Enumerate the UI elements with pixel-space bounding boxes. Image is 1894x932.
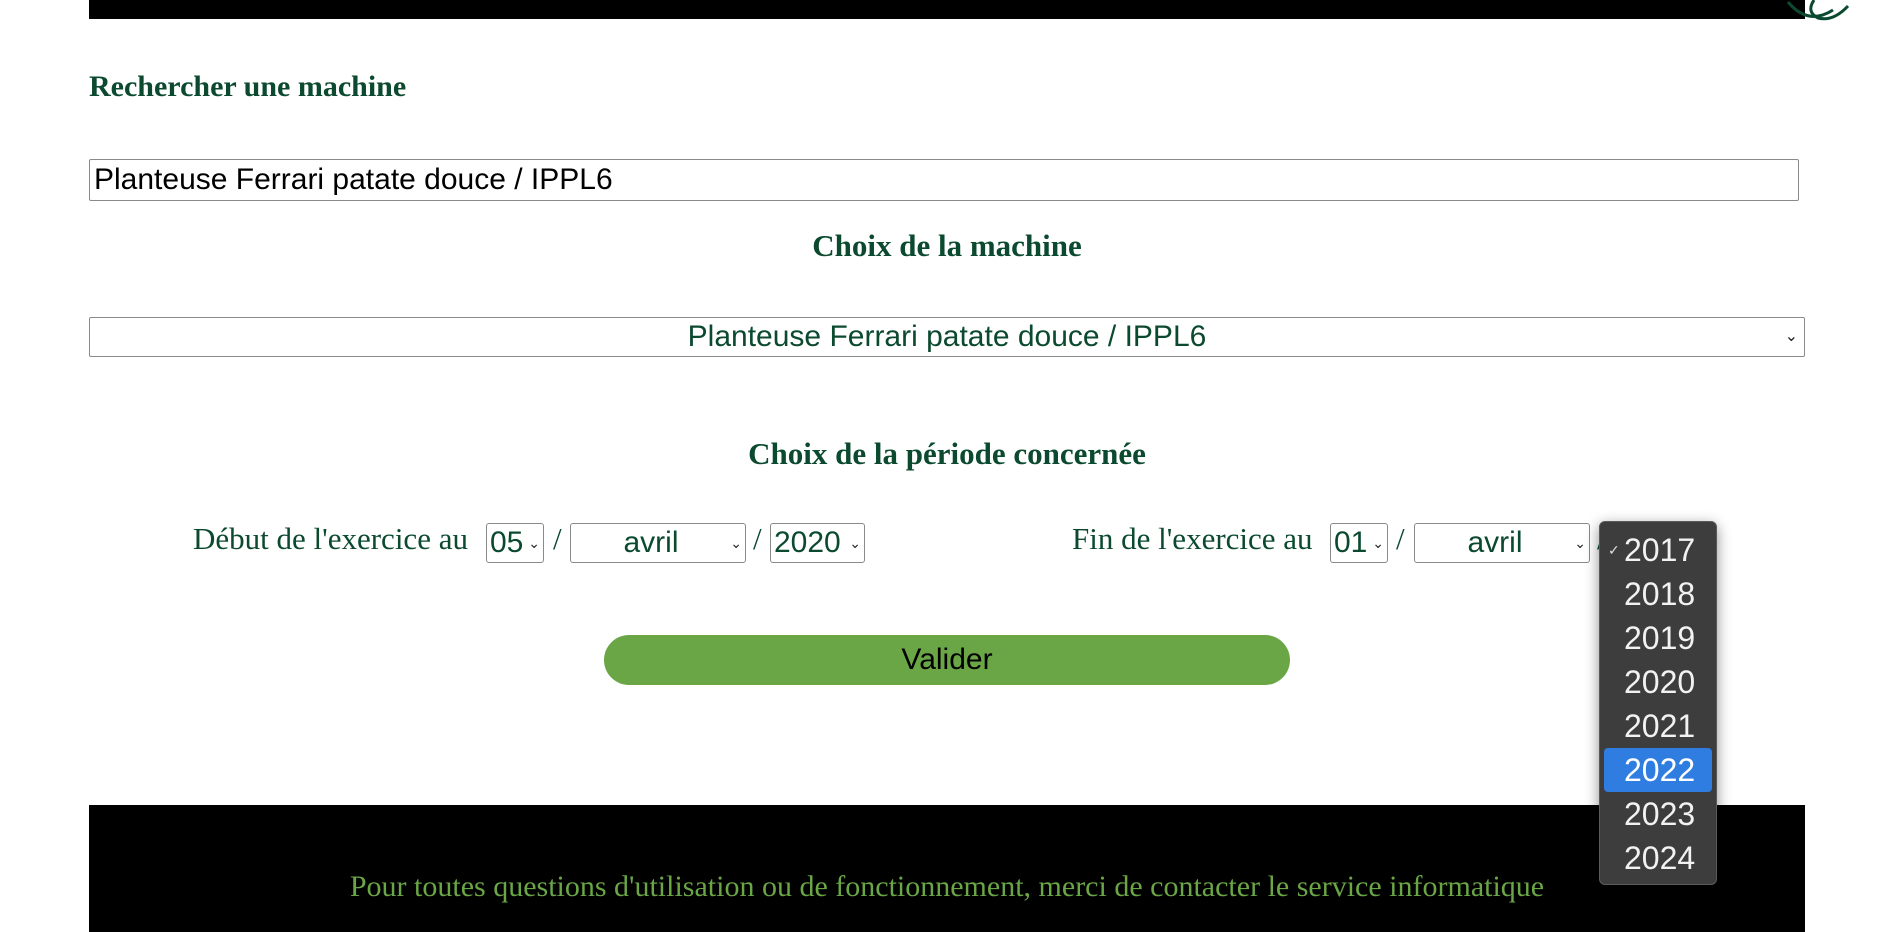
year-option[interactable]: 2018 [1604,572,1712,616]
year-option-label: 2019 [1624,620,1696,656]
year-option-label: 2017 [1624,532,1696,568]
year-option[interactable]: 2020 [1604,660,1712,704]
top-header-bar [89,0,1805,19]
end-month-value: avril [1467,526,1523,559]
date-separator: / [1396,521,1405,556]
machine-select-value: Planteuse Ferrari patate douce / IPPL6 [687,320,1207,353]
footer: Pour toutes questions d'utilisation ou d… [89,805,1805,932]
year-option-label: 2018 [1624,576,1696,612]
start-day-value: 05 [490,526,524,559]
logo [1778,0,1852,22]
start-year-value: 2020 [774,526,841,559]
chevron-down-icon: ⌄ [1372,535,1384,551]
end-period-label: Fin de l'exercice au [1072,521,1313,556]
date-separator: / [753,521,762,556]
chevron-down-icon: ⌄ [1784,328,1798,345]
start-period-label: Début de l'exercice au [193,521,468,556]
year-option[interactable]: 2019 [1604,616,1712,660]
year-option-label: 2022 [1624,752,1696,788]
year-option[interactable]: 2024 [1604,836,1712,880]
period-title: Choix de la période concernée [748,436,1146,471]
year-option[interactable]: 2023 [1604,792,1712,836]
machine-search-input[interactable] [89,159,1799,201]
year-option[interactable]: 2021 [1604,704,1712,748]
end-day-value: 01 [1334,526,1368,559]
end-day-select[interactable]: 01 ⌄ [1330,523,1388,563]
year-option[interactable]: ✓ 2017 [1604,528,1712,572]
machine-select[interactable]: Planteuse Ferrari patate douce / IPPL6 ⌄ [89,317,1805,357]
year-option-highlighted[interactable]: 2022 [1604,748,1712,792]
chevron-down-icon: ⌄ [528,535,540,551]
year-option-label: 2023 [1624,796,1696,832]
chevron-down-icon: ⌄ [849,535,861,551]
year-option-label: 2024 [1624,840,1696,876]
validate-button[interactable]: Valider [604,635,1290,685]
checkmark-icon: ✓ [1608,542,1620,558]
end-month-select[interactable]: avril ⌄ [1414,523,1590,563]
start-year-select[interactable]: 2020 ⌄ [770,523,865,563]
year-option-label: 2021 [1624,708,1696,744]
footer-contact-text: Pour toutes questions d'utilisation ou d… [349,870,1545,903]
search-title: Rechercher une machine [89,70,407,103]
start-day-select[interactable]: 05 ⌄ [486,523,544,563]
chevron-down-icon: ⌄ [730,535,742,551]
start-month-value: avril [623,526,679,559]
chevron-down-icon: ⌄ [1574,535,1586,551]
year-option-label: 2020 [1624,664,1696,700]
date-separator: / [553,521,562,556]
end-year-dropdown-menu[interactable]: ✓ 2017 2018 2019 2020 2021 2022 2023 202… [1599,521,1717,885]
start-month-select[interactable]: avril ⌄ [570,523,746,563]
machine-choice-title: Choix de la machine [812,228,1082,263]
